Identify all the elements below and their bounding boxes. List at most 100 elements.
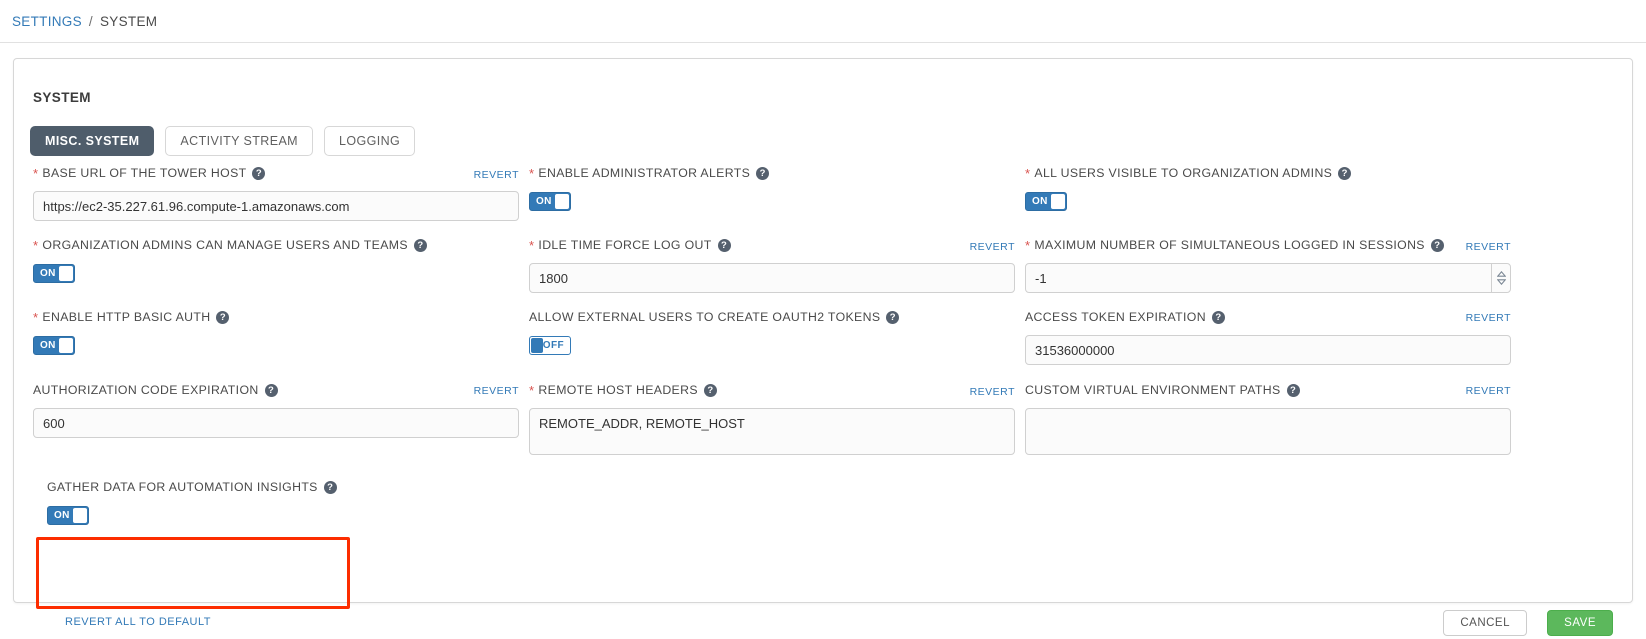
label-text: REMOTE HOST HEADERS bbox=[538, 383, 698, 397]
label-text: IDLE TIME FORCE LOG OUT bbox=[538, 238, 712, 252]
question-circle-icon[interactable]: ? bbox=[1286, 383, 1300, 397]
required-marker: * bbox=[529, 165, 535, 181]
tab-activity-stream[interactable]: ACTIVITY STREAM bbox=[165, 126, 313, 156]
question-circle-icon[interactable]: ? bbox=[1211, 310, 1225, 324]
label-text: CUSTOM VIRTUAL ENVIRONMENT PATHS bbox=[1025, 383, 1281, 397]
toggle-label: ON bbox=[54, 510, 70, 521]
field-all-users-visible: * ALL USERS VISIBLE TO ORGANIZATION ADMI… bbox=[1025, 166, 1511, 211]
label-text: ALL USERS VISIBLE TO ORGANIZATION ADMINS bbox=[1034, 166, 1333, 180]
label-text: AUTHORIZATION CODE EXPIRATION bbox=[33, 383, 259, 397]
question-circle-icon[interactable]: ? bbox=[886, 310, 900, 324]
label-http-basic-auth: * ENABLE HTTP BASIC AUTH ? bbox=[33, 309, 230, 325]
required-marker: * bbox=[1025, 165, 1031, 181]
field-auth-code-expiration: AUTHORIZATION CODE EXPIRATION ? REVERT bbox=[33, 383, 519, 438]
revert-custom-venv-paths[interactable]: REVERT bbox=[1466, 385, 1511, 397]
field-custom-venv-paths: CUSTOM VIRTUAL ENVIRONMENT PATHS ? REVER… bbox=[1025, 383, 1511, 460]
question-circle-icon[interactable]: ? bbox=[252, 166, 266, 180]
toggle-knob bbox=[1051, 194, 1065, 209]
label-idle-time: * IDLE TIME FORCE LOG OUT ? bbox=[529, 238, 731, 252]
toggle-knob bbox=[59, 338, 73, 353]
required-marker: * bbox=[33, 309, 39, 325]
toggle-org-admins-manage[interactable]: ON bbox=[33, 264, 75, 283]
input-auth-code-expiration[interactable] bbox=[33, 408, 519, 438]
revert-idle-time[interactable]: REVERT bbox=[970, 241, 1015, 253]
breadcrumb-settings-link[interactable]: SETTINGS bbox=[12, 14, 82, 29]
field-base-url: * BASE URL OF THE TOWER HOST ? REVERT bbox=[33, 166, 519, 221]
field-remote-host-headers: * REMOTE HOST HEADERS ? REVERT bbox=[529, 383, 1015, 460]
input-max-sessions[interactable] bbox=[1025, 263, 1511, 293]
required-marker: * bbox=[529, 237, 535, 253]
toggle-label: ON bbox=[1032, 196, 1048, 207]
input-idle-time[interactable] bbox=[529, 263, 1015, 293]
label-admin-alerts: * ENABLE ADMINISTRATOR ALERTS ? bbox=[529, 165, 770, 181]
toggle-admin-alerts[interactable]: ON bbox=[529, 192, 571, 211]
breadcrumb-current: SYSTEM bbox=[99, 13, 158, 29]
question-circle-icon[interactable]: ? bbox=[1338, 166, 1352, 180]
required-marker: * bbox=[33, 237, 39, 253]
label-oauth2-tokens: ALLOW EXTERNAL USERS TO CREATE OAUTH2 TO… bbox=[529, 310, 900, 324]
question-circle-icon[interactable]: ? bbox=[1430, 238, 1444, 252]
toggle-gather-data[interactable]: ON bbox=[47, 506, 89, 525]
toggle-knob bbox=[555, 194, 569, 209]
toggle-all-users-visible[interactable]: ON bbox=[1025, 192, 1067, 211]
question-circle-icon[interactable]: ? bbox=[756, 166, 770, 180]
toggle-oauth2-tokens[interactable]: OFF bbox=[529, 336, 571, 355]
label-custom-venv-paths: CUSTOM VIRTUAL ENVIRONMENT PATHS ? bbox=[1025, 383, 1300, 397]
chevron-down-icon bbox=[1496, 279, 1506, 285]
question-circle-icon[interactable]: ? bbox=[323, 480, 337, 494]
label-text: BASE URL OF THE TOWER HOST bbox=[42, 166, 247, 180]
label-text: ACCESS TOKEN EXPIRATION bbox=[1025, 310, 1206, 324]
tab-misc-system[interactable]: MISC. SYSTEM bbox=[30, 126, 155, 156]
label-base-url: * BASE URL OF THE TOWER HOST ? bbox=[33, 165, 266, 181]
label-max-sessions: * MAXIMUM NUMBER OF SIMULTANEOUS LOGGED … bbox=[1025, 238, 1444, 252]
toggle-knob bbox=[531, 338, 543, 353]
field-http-basic-auth: * ENABLE HTTP BASIC AUTH ? ON bbox=[33, 310, 519, 355]
required-marker: * bbox=[33, 165, 39, 181]
input-base-url[interactable] bbox=[33, 191, 519, 221]
breadcrumb: SETTINGS / SYSTEM bbox=[0, 0, 1646, 43]
label-auth-code-expiration: AUTHORIZATION CODE EXPIRATION ? bbox=[33, 383, 278, 397]
label-text: ALLOW EXTERNAL USERS TO CREATE OAUTH2 TO… bbox=[529, 310, 881, 324]
toggle-label: ON bbox=[40, 340, 56, 351]
revert-access-token-expiration[interactable]: REVERT bbox=[1466, 312, 1511, 324]
toggle-knob bbox=[73, 508, 87, 523]
field-idle-time: * IDLE TIME FORCE LOG OUT ? REVERT bbox=[529, 238, 1015, 293]
revert-base-url[interactable]: REVERT bbox=[474, 169, 519, 181]
question-circle-icon[interactable]: ? bbox=[413, 238, 427, 252]
breadcrumb-separator: / bbox=[88, 13, 93, 29]
question-circle-icon[interactable]: ? bbox=[703, 383, 717, 397]
revert-all-to-default-link[interactable]: REVERT ALL TO DEFAULT bbox=[65, 616, 211, 628]
label-remote-host-headers: * REMOTE HOST HEADERS ? bbox=[529, 383, 717, 397]
number-stepper[interactable] bbox=[1491, 264, 1510, 292]
label-text: MAXIMUM NUMBER OF SIMULTANEOUS LOGGED IN… bbox=[1034, 238, 1425, 252]
field-admin-alerts: * ENABLE ADMINISTRATOR ALERTS ? ON bbox=[529, 166, 1015, 211]
label-org-admins-manage: * ORGANIZATION ADMINS CAN MANAGE USERS A… bbox=[33, 238, 427, 252]
field-gather-data: GATHER DATA FOR AUTOMATION INSIGHTS ? ON bbox=[47, 480, 337, 525]
question-circle-icon[interactable]: ? bbox=[717, 238, 731, 252]
question-circle-icon[interactable]: ? bbox=[264, 383, 278, 397]
save-button[interactable]: SAVE bbox=[1547, 610, 1613, 636]
label-text: ENABLE ADMINISTRATOR ALERTS bbox=[538, 166, 751, 180]
input-custom-venv-paths[interactable] bbox=[1025, 408, 1511, 455]
input-remote-host-headers[interactable] bbox=[529, 408, 1015, 455]
revert-auth-code-expiration[interactable]: REVERT bbox=[474, 385, 519, 397]
settings-tabs: MISC. SYSTEM ACTIVITY STREAM LOGGING bbox=[30, 126, 416, 156]
label-access-token-expiration: ACCESS TOKEN EXPIRATION ? bbox=[1025, 310, 1225, 324]
question-circle-icon[interactable]: ? bbox=[216, 310, 230, 324]
tab-logging[interactable]: LOGGING bbox=[324, 126, 416, 156]
toggle-label: OFF bbox=[542, 340, 564, 351]
required-marker: * bbox=[1025, 237, 1031, 253]
system-settings-card: SYSTEM MISC. SYSTEM ACTIVITY STREAM LOGG… bbox=[13, 58, 1633, 636]
cancel-button[interactable]: CANCEL bbox=[1443, 610, 1527, 636]
input-access-token-expiration[interactable] bbox=[1025, 335, 1511, 365]
toggle-knob bbox=[59, 266, 73, 281]
revert-remote-host-headers[interactable]: REVERT bbox=[970, 386, 1015, 398]
label-gather-data: GATHER DATA FOR AUTOMATION INSIGHTS ? bbox=[47, 480, 337, 494]
label-text: ORGANIZATION ADMINS CAN MANAGE USERS AND… bbox=[42, 238, 408, 252]
label-text: ENABLE HTTP BASIC AUTH bbox=[42, 310, 211, 324]
revert-max-sessions[interactable]: REVERT bbox=[1466, 241, 1511, 253]
label-text: GATHER DATA FOR AUTOMATION INSIGHTS bbox=[47, 480, 318, 494]
page-title: SYSTEM bbox=[33, 90, 91, 105]
chevron-up-icon bbox=[1496, 271, 1506, 277]
toggle-http-basic-auth[interactable]: ON bbox=[33, 336, 75, 355]
